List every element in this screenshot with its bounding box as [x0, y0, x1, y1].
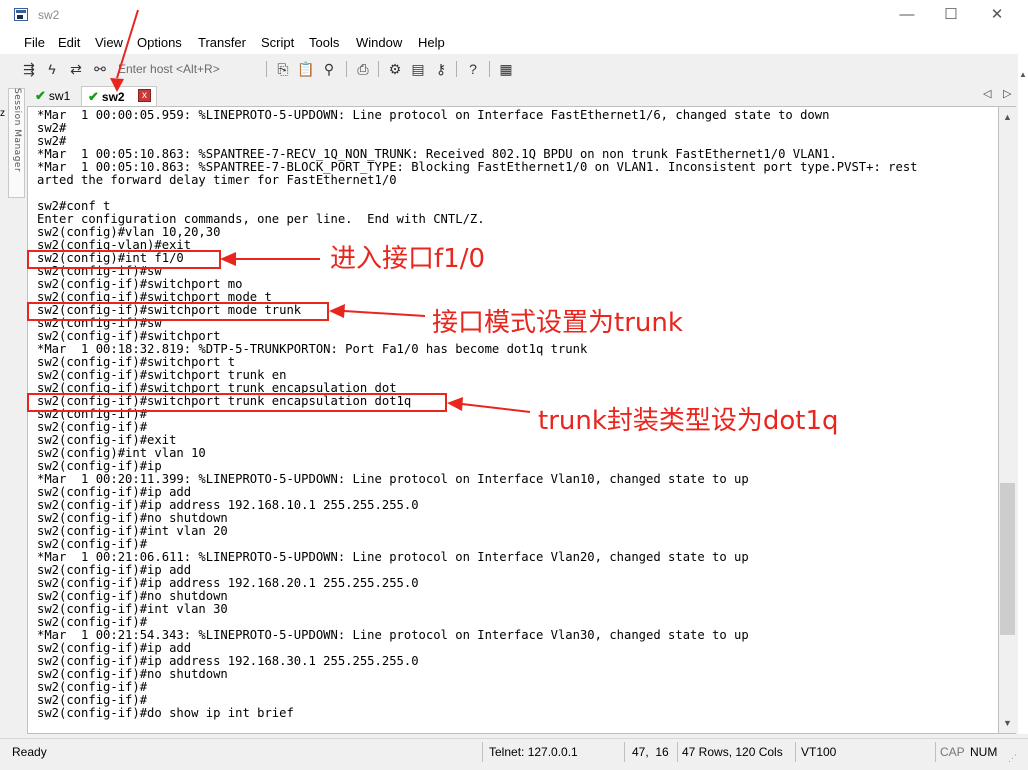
tab-bar: ✔ sw1 ✔ sw2 [27, 86, 1017, 106]
status-separator [624, 742, 625, 762]
keymap-icon[interactable]: ▤ [409, 60, 427, 78]
toolbar-separator [266, 61, 267, 77]
connected-check-icon: ✔ [88, 88, 99, 104]
tab-scroll-left-icon[interactable]: ◁ [983, 87, 991, 100]
session-manager-tab[interactable]: Session Manager [8, 88, 25, 198]
tab-label: sw1 [48, 89, 71, 103]
connect-icon[interactable]: ⇶ [20, 60, 38, 78]
terminal-line: sw2# [37, 121, 67, 135]
title-bar: sw2 — ☐ ✕ [0, 0, 1028, 32]
session-manager-label: Session Manager [12, 88, 22, 173]
status-separator [677, 742, 678, 762]
scroll-thumb[interactable] [1000, 483, 1015, 635]
menu-edit[interactable]: Edit [58, 35, 80, 50]
securecrt-app-icon [14, 8, 28, 21]
reconnect-icon[interactable]: ⇄ [67, 60, 85, 78]
status-separator [795, 742, 796, 762]
help-icon[interactable]: ? [464, 60, 482, 78]
connected-check-icon: ✔ [35, 88, 46, 103]
terminal-view[interactable]: *Mar 1 00:00:05.959: %LINEPROTO-5-UPDOWN… [27, 106, 999, 734]
annotation-label-encap: trunk封装类型设为dot1q [538, 406, 839, 436]
terminal-line: sw2(config-if)#int vlan 20 [37, 524, 228, 538]
scroll-up-icon[interactable]: ▲ [999, 109, 1016, 125]
terminal-line: *Mar 1 00:00:05.959: %LINEPROTO-5-UPDOWN… [37, 108, 830, 122]
toolbar-separator [378, 61, 379, 77]
status-num-lock: NUM [970, 745, 998, 759]
tab-sw1[interactable]: ✔ sw1 [29, 86, 79, 106]
toolbar: ⇶ ϟ ⇄ ⚯ ⎘ 📋 ⚲ ⎙ ⚙ ▤ ⚷ ? ▦ [0, 56, 1028, 82]
status-connection: Telnet: 127.0.0.1 [489, 745, 578, 759]
terminal-line: sw2(config-if)#no shutdown [37, 667, 228, 681]
status-caps-lock: CAP [940, 745, 965, 759]
paste-icon[interactable]: 📋 [297, 60, 315, 78]
terminal-line: arted the forward delay timer for FastEt… [37, 173, 397, 187]
menu-bar: File Edit View Options Transfer Script T… [0, 32, 1028, 54]
terminal-line: sw2(config-if)#int vlan 30 [37, 602, 228, 616]
window-title: sw2 [38, 8, 60, 22]
status-bar: Ready Telnet: 127.0.0.1 47, 16 47 Rows, … [0, 738, 1028, 770]
status-ready: Ready [12, 745, 47, 759]
left-edge-fragment: z [0, 108, 5, 119]
terminal-scrollbar[interactable]: ▲ ▼ [999, 106, 1016, 734]
menu-options[interactable]: Options [137, 35, 182, 50]
scroll-down-icon[interactable]: ▼ [999, 715, 1016, 731]
find-icon[interactable]: ⚲ [320, 60, 338, 78]
minimize-button[interactable]: — [884, 0, 930, 32]
host-input[interactable] [112, 60, 266, 78]
menu-window[interactable]: Window [356, 35, 402, 50]
tab-label: sw2 [101, 89, 125, 104]
terminal-line: sw2(config-if)#do show ip int brief [37, 706, 294, 720]
menu-help[interactable]: Help [418, 35, 445, 50]
maximize-button[interactable]: ☐ [928, 0, 974, 32]
toolbar-separator [456, 61, 457, 77]
script-icon[interactable]: ▦ [497, 60, 515, 78]
toolbar-separator [489, 61, 490, 77]
print-icon[interactable]: ⎙ [354, 60, 372, 78]
menu-file[interactable]: File [24, 35, 45, 50]
quick-connect-icon[interactable]: ϟ [43, 60, 61, 78]
terminal-line: sw2(config)#int vlan 10 [37, 446, 206, 460]
sftp-icon[interactable]: ⚷ [432, 60, 450, 78]
status-cursor-position: 47, 16 [632, 745, 669, 759]
terminal-line: sw2(config-if)# [37, 680, 148, 694]
settings-icon[interactable]: ⚙ [386, 60, 404, 78]
panel-scroll-up-icon[interactable]: ▲ [1019, 70, 1027, 79]
status-separator [482, 742, 483, 762]
menu-script[interactable]: Script [261, 35, 294, 50]
copy-icon[interactable]: ⎘ [274, 60, 292, 78]
annotation-label-int: 进入接口f1/0 [330, 244, 485, 274]
annotation-label-mode: 接口模式设置为trunk [432, 308, 683, 338]
close-window-button[interactable]: ✕ [974, 0, 1020, 32]
disconnect-icon[interactable]: ⚯ [91, 60, 109, 78]
right-panel-edge: ▲ [1018, 54, 1028, 734]
resize-grip-icon[interactable]: ⋰ [1008, 753, 1017, 764]
status-emulation: VT100 [801, 745, 837, 759]
menu-transfer[interactable]: Transfer [198, 35, 246, 50]
status-separator [935, 742, 936, 762]
menu-tools[interactable]: Tools [309, 35, 339, 50]
tab-scroll-right-icon[interactable]: ▷ [1003, 87, 1011, 100]
status-terminal-size: 47 Rows, 120 Cols [682, 745, 783, 759]
toolbar-separator [346, 61, 347, 77]
tab-close-icon[interactable]: x [138, 89, 151, 102]
menu-view[interactable]: View [95, 35, 123, 50]
